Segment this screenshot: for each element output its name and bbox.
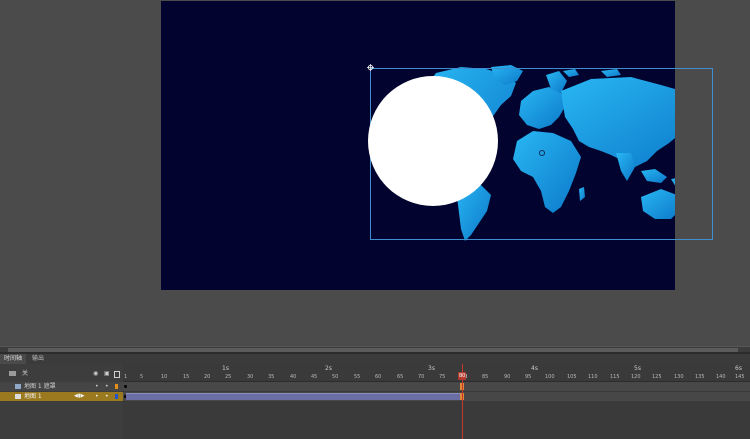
- frame-row-map[interactable]: [123, 392, 750, 401]
- frame-number: 75: [439, 374, 446, 380]
- frame-number: 15: [183, 374, 190, 380]
- frame-number: 135: [695, 374, 705, 380]
- mask-circle-shape[interactable]: [368, 76, 498, 206]
- seconds-label: 4s: [531, 365, 538, 372]
- frame-number: 130: [674, 374, 684, 380]
- timeline-empty-area: [123, 402, 750, 439]
- lock-icon[interactable]: ▣: [104, 368, 110, 380]
- outline-icon[interactable]: [114, 371, 120, 378]
- frame-number: 70: [418, 374, 425, 380]
- frame-number: 90: [504, 374, 511, 380]
- tab-output[interactable]: 输出: [28, 354, 48, 364]
- layer-name[interactable]: 地图 1: [24, 392, 42, 401]
- frame-number: 95: [525, 374, 532, 380]
- frame-number: 100: [545, 374, 555, 380]
- seconds-label: 3s: [428, 365, 435, 372]
- stage-canvas[interactable]: [161, 1, 713, 290]
- layer-name[interactable]: 地图 1 遮罩: [24, 382, 56, 391]
- registration-point-icon[interactable]: [367, 64, 374, 71]
- frame-number: 1: [124, 374, 128, 380]
- frame-number: 40: [290, 374, 297, 380]
- frame-number: 115: [610, 374, 620, 380]
- frame-number: 45: [311, 374, 318, 380]
- layers-column: 关 ◉ ▣ 地图 1 遮罩 • • 地图 1 ◀▮▶ • •: [0, 364, 124, 439]
- frame-number: 35: [268, 374, 275, 380]
- frame-number: 105: [567, 374, 577, 380]
- frame-number: 85: [482, 374, 489, 380]
- layer-header: 关 ◉ ▣: [0, 368, 123, 380]
- frame-number: 55: [354, 374, 361, 380]
- frame-number: 5: [140, 374, 144, 380]
- motion-tween-span[interactable]: [126, 393, 462, 400]
- panel-tabs: 时间轴 输出: [0, 354, 750, 364]
- seconds-label: 1s: [222, 365, 229, 372]
- layer-row-mask[interactable]: 地图 1 遮罩 • •: [0, 382, 123, 391]
- frame-number: 125: [652, 374, 662, 380]
- layer-lock-dot[interactable]: •: [105, 382, 109, 391]
- timeline-panel: 关 ◉ ▣ 地图 1 遮罩 • • 地图 1 ◀▮▶ • • 1s 2s 3s …: [0, 364, 750, 439]
- frame-number: 60: [375, 374, 382, 380]
- frame-number: 30: [247, 374, 254, 380]
- frame-number: 110: [588, 374, 598, 380]
- frame-number: 65: [397, 374, 404, 380]
- stage-area[interactable]: [0, 0, 750, 346]
- layer-color-swatch[interactable]: [115, 394, 118, 399]
- layer-lock-dot[interactable]: •: [105, 392, 109, 401]
- current-frame-label: 80: [459, 373, 466, 379]
- seconds-label: 2s: [325, 365, 332, 372]
- layer-color-swatch[interactable]: [115, 384, 118, 389]
- time-ruler[interactable]: 1s 2s 3s 4s 5s 6s 1 5 10 15 20 25 30 35 …: [123, 364, 750, 382]
- frame-number: 25: [225, 374, 232, 380]
- frame-number: 120: [631, 374, 641, 380]
- layer-header-label: 关: [22, 370, 29, 377]
- seconds-label: 5s: [634, 365, 641, 372]
- frame-row-mask[interactable]: [123, 382, 750, 391]
- mask-layer-icon: [15, 384, 21, 389]
- layer-row-map[interactable]: 地图 1 ◀▮▶ • •: [0, 392, 123, 401]
- keyframe-nav-icon[interactable]: ◀▮▶: [74, 392, 84, 401]
- frame-number: 50: [332, 374, 339, 380]
- eye-icon[interactable]: ◉: [93, 368, 98, 380]
- layer-visible-dot[interactable]: •: [95, 382, 99, 391]
- seconds-label: 6s: [735, 365, 742, 372]
- frame-number: 10: [161, 374, 168, 380]
- frames-area[interactable]: 1s 2s 3s 4s 5s 6s 1 5 10 15 20 25 30 35 …: [123, 364, 750, 439]
- layer-icon: [15, 394, 21, 399]
- keyframe-dot[interactable]: [124, 385, 127, 388]
- frame-number: 140: [716, 374, 726, 380]
- layer-folder-icon[interactable]: [9, 371, 16, 376]
- tab-timeline[interactable]: 时间轴: [0, 354, 27, 364]
- frame-number: 20: [204, 374, 211, 380]
- frame-number: 145: [735, 374, 745, 380]
- layer-visible-dot[interactable]: •: [95, 392, 99, 401]
